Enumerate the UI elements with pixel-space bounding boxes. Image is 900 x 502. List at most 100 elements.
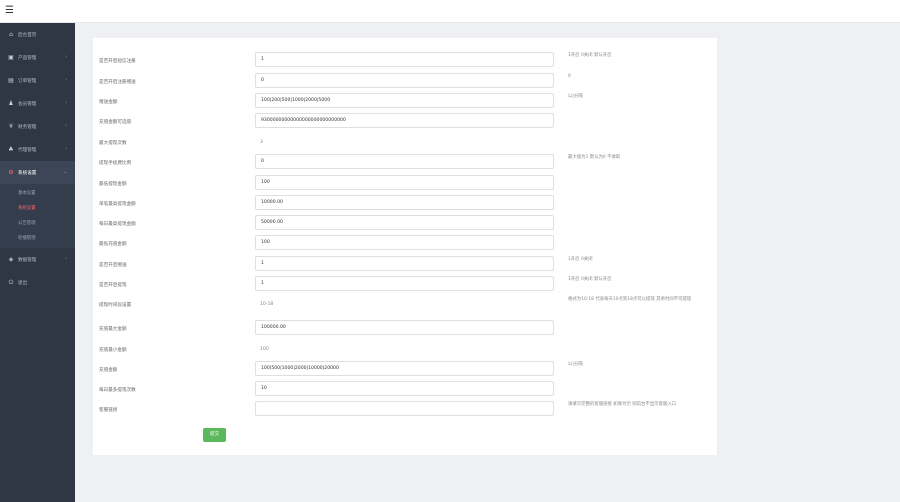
finance-icon: ¥ (9, 122, 13, 130)
sidebar-item-label: 代理管理 (18, 147, 37, 153)
form-row: 充值最小金额 100 (93, 341, 717, 361)
home-icon: ⌂ (9, 30, 13, 38)
field-hint: 格式为10-18 代表每天10点到18点可以提现 其余时间不可提现 (568, 297, 692, 302)
field-input[interactable]: 1 (255, 52, 554, 67)
field-input[interactable]: 1 (255, 256, 554, 271)
field-label: 最低提现金额 (99, 182, 127, 187)
field-hint: 以|分隔 (568, 94, 583, 99)
chevron-right-icon: › (65, 123, 67, 129)
form-row: 提现时间段设置 10-18 格式为10-18 代表每天10点到18点可以提现 其余时… (93, 296, 717, 316)
field-label: 赠送金额 (99, 100, 118, 105)
form-row: 赠送金额 100|200|500|1000|2000|5000 以|分隔 (93, 93, 717, 113)
form-row: 最低充值金额 100 (93, 235, 717, 255)
field-label: 提现时间段设置 (99, 303, 132, 308)
menu-icon[interactable]: ☰ (5, 5, 15, 17)
sidebar-subitem[interactable]: 基本设置 (0, 186, 75, 201)
sidebar-item-label: 退出 (18, 280, 28, 286)
field-label: 充值最小金额 (99, 348, 127, 353)
sidebar-item[interactable]: ⏻ 退出 (0, 271, 75, 294)
field-label: 每日最高提现金额 (99, 222, 136, 227)
chevron-right-icon: › (65, 146, 67, 152)
field-label: 每日最多提现次数 (99, 388, 136, 393)
field-input[interactable]: 100 (255, 175, 554, 190)
sidebar-item[interactable]: ◈ 数据管理 › (0, 248, 75, 271)
field-hint: 1开启 0关闭 (568, 257, 593, 262)
sidebar-item[interactable]: ⚙ 系统设置 ⌄ (0, 161, 75, 184)
field-input[interactable]: 0 (255, 154, 554, 169)
field-label: 充值金额可选值 (99, 120, 132, 125)
field-value: 100 (260, 347, 269, 352)
sidebar: ⌂ 后台首页 ▣ 产品管理 › ▤ 订单管理 › ♟ 会员管理 › ¥ 财务管理 › ♣ 代理管理 › ⚙ 系统设置… (0, 23, 75, 502)
sidebar-item[interactable]: ¥ 财务管理 › (0, 115, 75, 138)
form-row: 是否开启提现 1 1开启 0关闭 默认开启 (93, 276, 717, 296)
field-input[interactable]: 0 (255, 73, 554, 88)
field-label: 充值金额 (99, 368, 118, 373)
field-hint: 1开启 0关闭 默认开启 (568, 53, 612, 58)
field-label: 充值最大金额 (99, 327, 127, 332)
field-input[interactable]: 100 (255, 235, 554, 250)
field-input[interactable]: 10000.00 (255, 195, 554, 210)
form-row: 是否开启短信注册 1 1开启 0关闭 默认开启 (93, 52, 717, 72)
agent-icon: ♣ (8, 145, 14, 153)
field-label: 最大提现次数 (99, 141, 127, 146)
sidebar-subitem[interactable]: 轮播管理 (0, 231, 75, 246)
settings-icon: ⚙ (8, 168, 14, 176)
field-label: 提现手续费比例 (99, 161, 132, 166)
sidebar-item-label: 数据管理 (18, 257, 37, 263)
form-row: 是否开启赠送 1 1开启 0关闭 (93, 256, 717, 276)
sidebar-item-label: 后台首页 (18, 32, 37, 38)
user-icon: ♟ (8, 99, 14, 107)
field-label: 是否开启注册赠送 (99, 80, 136, 85)
field-input[interactable]: 10 (255, 381, 554, 396)
top-bar: ☰ (0, 0, 900, 23)
form-row: 提现手续费比例 0 最大值为1 默认为0 不收取 (93, 154, 717, 174)
field-label: 是否开启短信注册 (99, 59, 136, 64)
form-row: 充值金额 100|500|1000|2000|10000|20000 以|分隔 (93, 361, 717, 381)
sidebar-subitem[interactable]: 公告管理 (0, 216, 75, 231)
sidebar-item-label: 财务管理 (18, 124, 37, 130)
field-label: 客服链接 (99, 408, 118, 413)
form-row: 最大提现次数 3 (93, 134, 717, 154)
field-label: 是否开启赠送 (99, 263, 127, 268)
sidebar-nav-bottom: ◈ 数据管理 › ⏻ 退出 (0, 248, 75, 294)
sidebar-nav-top: ⌂ 后台首页 ▣ 产品管理 › ▤ 订单管理 › ♟ 会员管理 › ¥ 财务管理 › ♣ 代理管理 › ⚙ 系统设置… (0, 23, 75, 184)
sidebar-item[interactable]: ♣ 代理管理 › (0, 138, 75, 161)
field-input[interactable]: 93000000000000000000000000000 (255, 113, 554, 128)
chevron-right-icon: › (65, 77, 67, 83)
field-value: 10-18 (260, 302, 274, 307)
box-icon: ▣ (8, 53, 14, 61)
sidebar-item[interactable]: ⌂ 后台首页 (0, 23, 75, 46)
form-row: 是否开启注册赠送 0 0 (93, 73, 717, 93)
sidebar-item-label: 产品管理 (18, 55, 37, 61)
field-label: 单笔最高提现金额 (99, 202, 136, 207)
sidebar-item-label: 订单管理 (18, 78, 37, 84)
chevron-down-icon: ⌄ (62, 169, 67, 175)
sidebar-item-label: 系统设置 (18, 170, 37, 176)
field-label: 最低充值金额 (99, 242, 127, 247)
field-input[interactable] (255, 401, 554, 416)
sidebar-item[interactable]: ♟ 会员管理 › (0, 92, 75, 115)
field-hint: 以|分隔 (568, 362, 583, 367)
form-row: 单笔最高提现金额 10000.00 (93, 195, 717, 215)
sidebar-item[interactable]: ▤ 订单管理 › (0, 69, 75, 92)
order-icon: ▤ (8, 76, 14, 84)
sidebar-item[interactable]: ▣ 产品管理 › (0, 46, 75, 69)
logout-icon: ⏻ (8, 278, 14, 286)
form-row: 充值最大金额 100000.00 (93, 320, 717, 340)
field-label: 是否开启提现 (99, 283, 127, 288)
field-hint: 请填写完整的客服链接 如果为空 则前台不显示客服入口 (568, 402, 677, 407)
field-value: 3 (260, 140, 263, 145)
submit-button[interactable]: 提交 (203, 428, 226, 442)
field-input[interactable]: 100|500|1000|2000|10000|20000 (255, 361, 554, 376)
field-input[interactable]: 100000.00 (255, 320, 554, 335)
sidebar-subitem[interactable]: 系统设置 (0, 201, 75, 216)
form-row: 最低提现金额 100 (93, 175, 717, 195)
field-input[interactable]: 100|200|500|1000|2000|5000 (255, 93, 554, 108)
chevron-right-icon: › (65, 256, 67, 262)
field-input[interactable]: 50000.00 (255, 215, 554, 230)
chevron-right-icon: › (65, 54, 67, 60)
field-input[interactable]: 1 (255, 276, 554, 291)
sidebar-submenu: 基本设置 系统设置 公告管理 轮播管理 (0, 184, 75, 248)
data-icon: ◈ (8, 255, 14, 263)
sidebar-item-label: 会员管理 (18, 101, 37, 107)
